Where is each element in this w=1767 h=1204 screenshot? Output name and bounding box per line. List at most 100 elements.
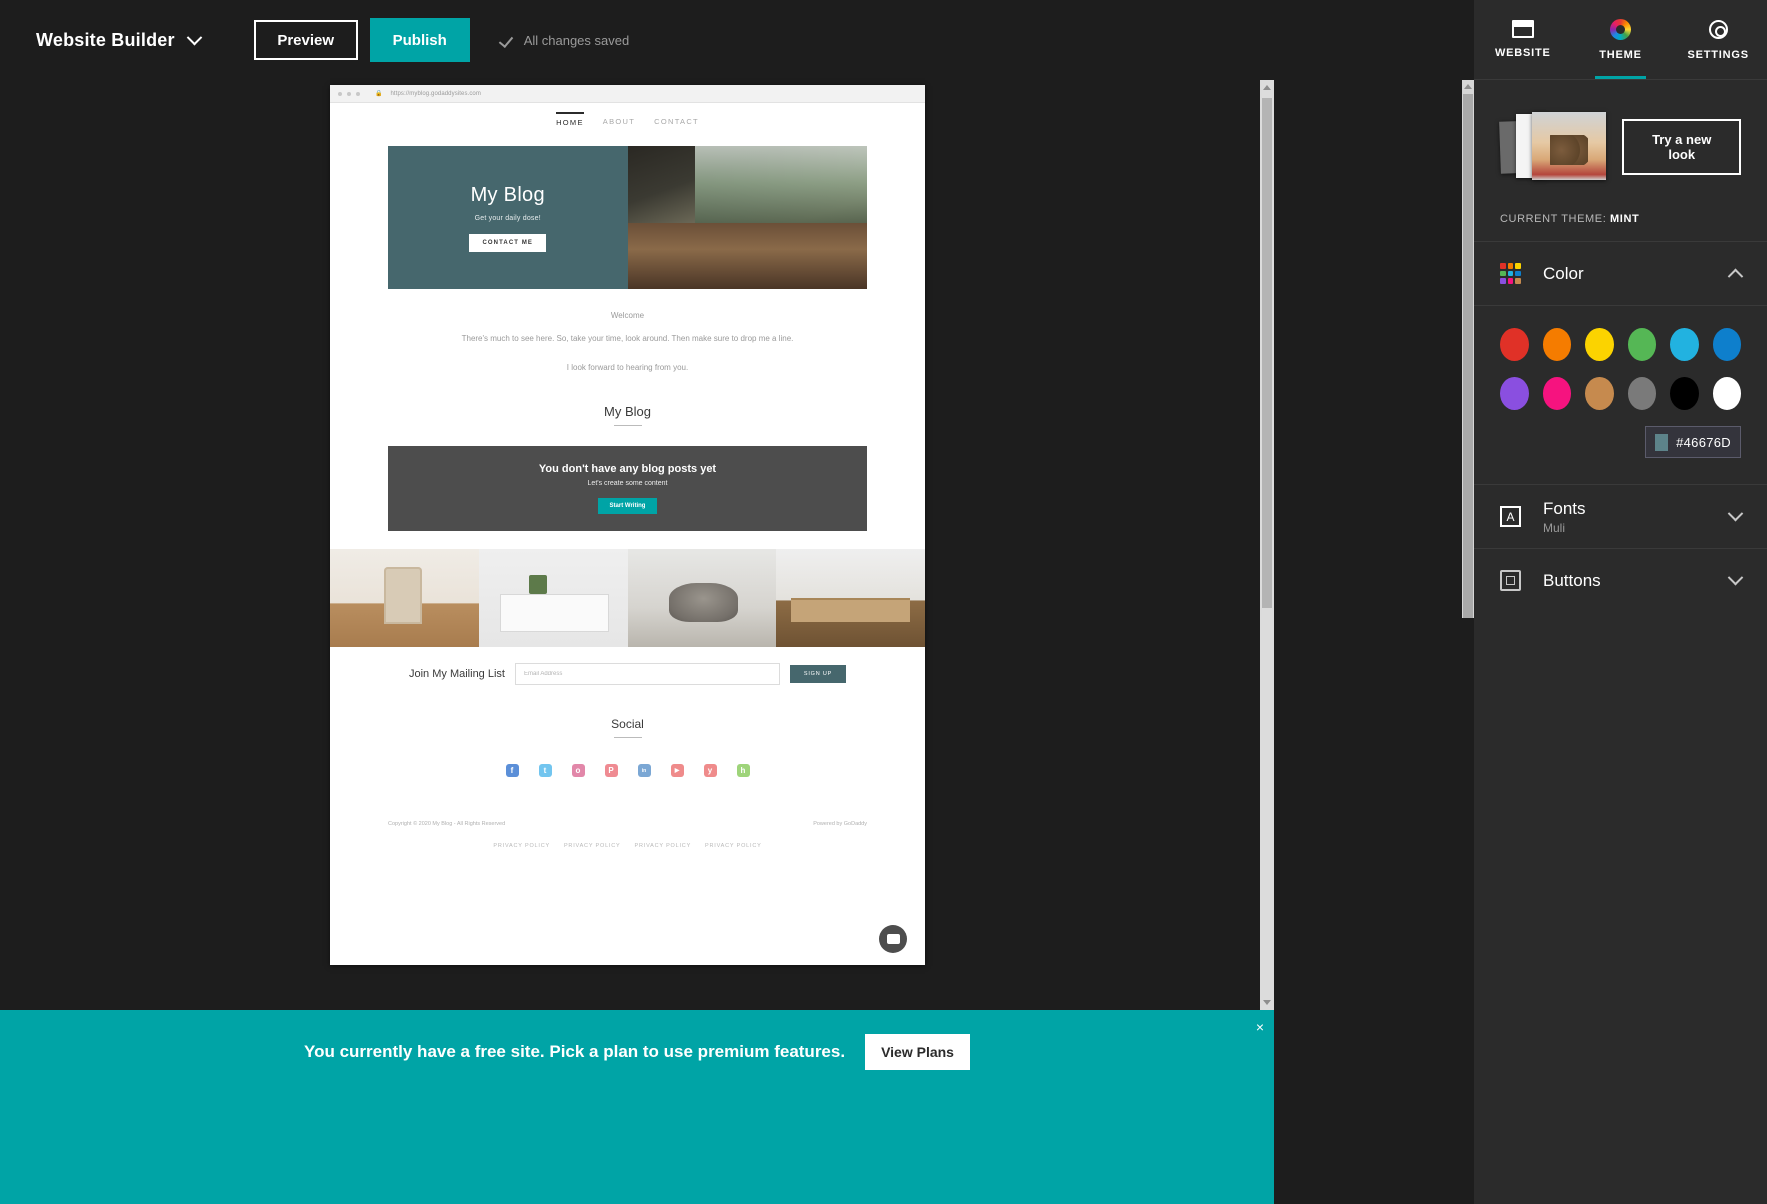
swatch-pink[interactable] <box>1542 377 1571 410</box>
welcome-title: Welcome <box>610 311 645 320</box>
instagram-icon[interactable]: o <box>571 764 585 778</box>
privacy-policy-link[interactable]: PRIVACY POLICY <box>635 843 692 849</box>
gear-icon <box>1708 19 1729 40</box>
site-preview-frame[interactable]: 🔒 https://myblog.godaddysites.com HOME A… <box>330 85 925 965</box>
hex-color-preview-swatch <box>1655 433 1669 451</box>
hero-image <box>627 146 867 289</box>
preview-button[interactable]: Preview <box>253 20 358 60</box>
current-theme-name: MINT <box>1610 213 1640 225</box>
tab-website[interactable]: WEBSITE <box>1474 0 1572 79</box>
blog-empty-state: You don't have any blog posts yet Let's … <box>388 446 867 532</box>
hero-section[interactable]: My Blog Get your daily dose! CONTACT ME <box>388 146 867 289</box>
theme-thumb-front <box>1532 111 1606 180</box>
heading-divider <box>613 737 642 739</box>
image-gallery[interactable] <box>330 549 925 648</box>
swatch-blue[interactable] <box>1712 328 1741 361</box>
twitter-icon[interactable]: t <box>538 764 552 778</box>
social-title: Social <box>611 717 644 732</box>
app-title: Website Builder <box>36 29 175 50</box>
section-header-fonts[interactable]: A Fonts Muli <box>1474 484 1767 548</box>
privacy-policy-link[interactable]: PRIVACY POLICY <box>564 843 621 849</box>
social-section: Social f t o P in ▶ y h <box>330 717 925 778</box>
swatch-tan[interactable] <box>1585 377 1614 410</box>
chevron-down-icon[interactable] <box>1727 505 1744 522</box>
linkedin-icon[interactable]: in <box>637 764 651 778</box>
swatch-cyan[interactable] <box>1670 328 1699 361</box>
swatch-green[interactable] <box>1627 328 1656 361</box>
swatch-gray[interactable] <box>1627 377 1656 410</box>
view-plans-button[interactable]: View Plans <box>865 1034 970 1070</box>
swatch-red[interactable] <box>1500 328 1529 361</box>
swatch-white[interactable] <box>1712 377 1741 410</box>
youtube-icon[interactable]: ▶ <box>670 764 684 778</box>
gallery-image-cat[interactable] <box>627 549 777 648</box>
heading-divider <box>613 425 642 427</box>
nav-item-about[interactable]: ABOUT <box>603 113 635 126</box>
chevron-up-icon[interactable] <box>1727 268 1744 285</box>
privacy-policy-link[interactable]: PRIVACY POLICY <box>705 843 762 849</box>
tab-theme[interactable]: THEME <box>1572 0 1670 79</box>
social-icon-row: f t o P in ▶ y h <box>330 764 925 778</box>
gallery-image-chair[interactable] <box>330 549 479 648</box>
theme-panel: WEBSITE THEME SETTINGS Try a new look CU… <box>1462 0 1767 1204</box>
swatch-purple[interactable] <box>1500 377 1529 410</box>
swatch-black[interactable] <box>1670 377 1699 410</box>
pinterest-icon[interactable]: P <box>604 764 618 778</box>
tab-settings[interactable]: SETTINGS <box>1669 0 1767 79</box>
swatch-yellow[interactable] <box>1585 328 1614 361</box>
editor-canvas: 🔒 https://myblog.godaddysites.com HOME A… <box>0 80 1274 1010</box>
hero-contact-button[interactable]: CONTACT ME <box>469 233 547 252</box>
publish-button[interactable]: Publish <box>369 18 470 62</box>
check-icon <box>500 33 514 47</box>
welcome-section[interactable]: Welcome There's much to see here. So, ta… <box>330 289 925 372</box>
scroll-up-arrow-icon[interactable] <box>1464 84 1472 89</box>
theme-preview-row: Try a new look <box>1474 80 1767 213</box>
blog-heading: My Blog <box>604 404 651 420</box>
chevron-down-icon <box>186 29 202 45</box>
section-header-color[interactable]: Color <box>1474 241 1767 305</box>
gallery-image-shelf[interactable] <box>478 549 628 648</box>
current-theme-row: CURRENT THEME: MINT <box>1474 213 1767 241</box>
panel-scrollbar[interactable] <box>1462 80 1474 618</box>
panel-scroll-thumb[interactable] <box>1463 94 1473 618</box>
scroll-down-arrow-icon[interactable] <box>1263 1000 1271 1005</box>
browser-chrome-bar: 🔒 https://myblog.godaddysites.com <box>330 85 925 103</box>
yelp-icon[interactable]: y <box>703 764 717 778</box>
browser-dot <box>338 91 342 96</box>
section-title-buttons: Buttons <box>1543 570 1601 590</box>
color-swatch-row-1 <box>1500 328 1741 361</box>
try-new-look-button[interactable]: Try a new look <box>1622 118 1741 175</box>
powered-by-text: Powered by GoDaddy <box>813 821 867 828</box>
website-builder-menu[interactable]: Website Builder <box>36 29 202 51</box>
privacy-links-row: PRIVACY POLICY PRIVACY POLICY PRIVACY PO… <box>330 843 925 849</box>
chevron-down-icon[interactable] <box>1727 569 1744 586</box>
section-title-fonts: Fonts <box>1543 498 1586 518</box>
theme-thumbnail-stack[interactable] <box>1499 111 1606 183</box>
gallery-image-sideboard[interactable] <box>776 549 925 648</box>
scroll-up-arrow-icon[interactable] <box>1263 85 1271 90</box>
save-status-label: All changes saved <box>523 32 630 48</box>
hex-color-field[interactable]: #46676D <box>1645 426 1741 458</box>
address-bar-url: https://myblog.godaddysites.com <box>390 90 481 97</box>
signup-button[interactable]: SIGN UP <box>789 665 846 684</box>
chat-bubble-icon[interactable] <box>879 925 907 953</box>
canvas-scroll-thumb[interactable] <box>1262 98 1272 608</box>
houzz-icon[interactable]: h <box>736 764 750 778</box>
hero-text-panel: My Blog Get your daily dose! CONTACT ME <box>388 146 628 289</box>
close-icon[interactable]: × <box>1256 1020 1264 1034</box>
nav-item-home[interactable]: HOME <box>556 112 584 127</box>
facebook-icon[interactable]: f <box>505 764 519 778</box>
browser-dot <box>347 91 351 96</box>
save-status: All changes saved <box>500 33 630 48</box>
mailing-list-title: Join My Mailing List <box>409 668 505 681</box>
email-input[interactable] <box>514 663 780 686</box>
nav-item-contact[interactable]: CONTACT <box>654 113 699 126</box>
canvas-scrollbar[interactable] <box>1260 80 1274 1010</box>
swatch-orange[interactable] <box>1542 328 1571 361</box>
section-header-buttons[interactable]: Buttons <box>1474 548 1767 612</box>
privacy-policy-link[interactable]: PRIVACY POLICY <box>493 843 550 849</box>
welcome-paragraph-1: There's much to see here. So, take your … <box>461 334 794 343</box>
start-writing-button[interactable]: Start Writing <box>597 498 658 515</box>
banner-message: You currently have a free site. Pick a p… <box>304 1042 846 1061</box>
hex-field-row: #46676D <box>1500 426 1741 458</box>
